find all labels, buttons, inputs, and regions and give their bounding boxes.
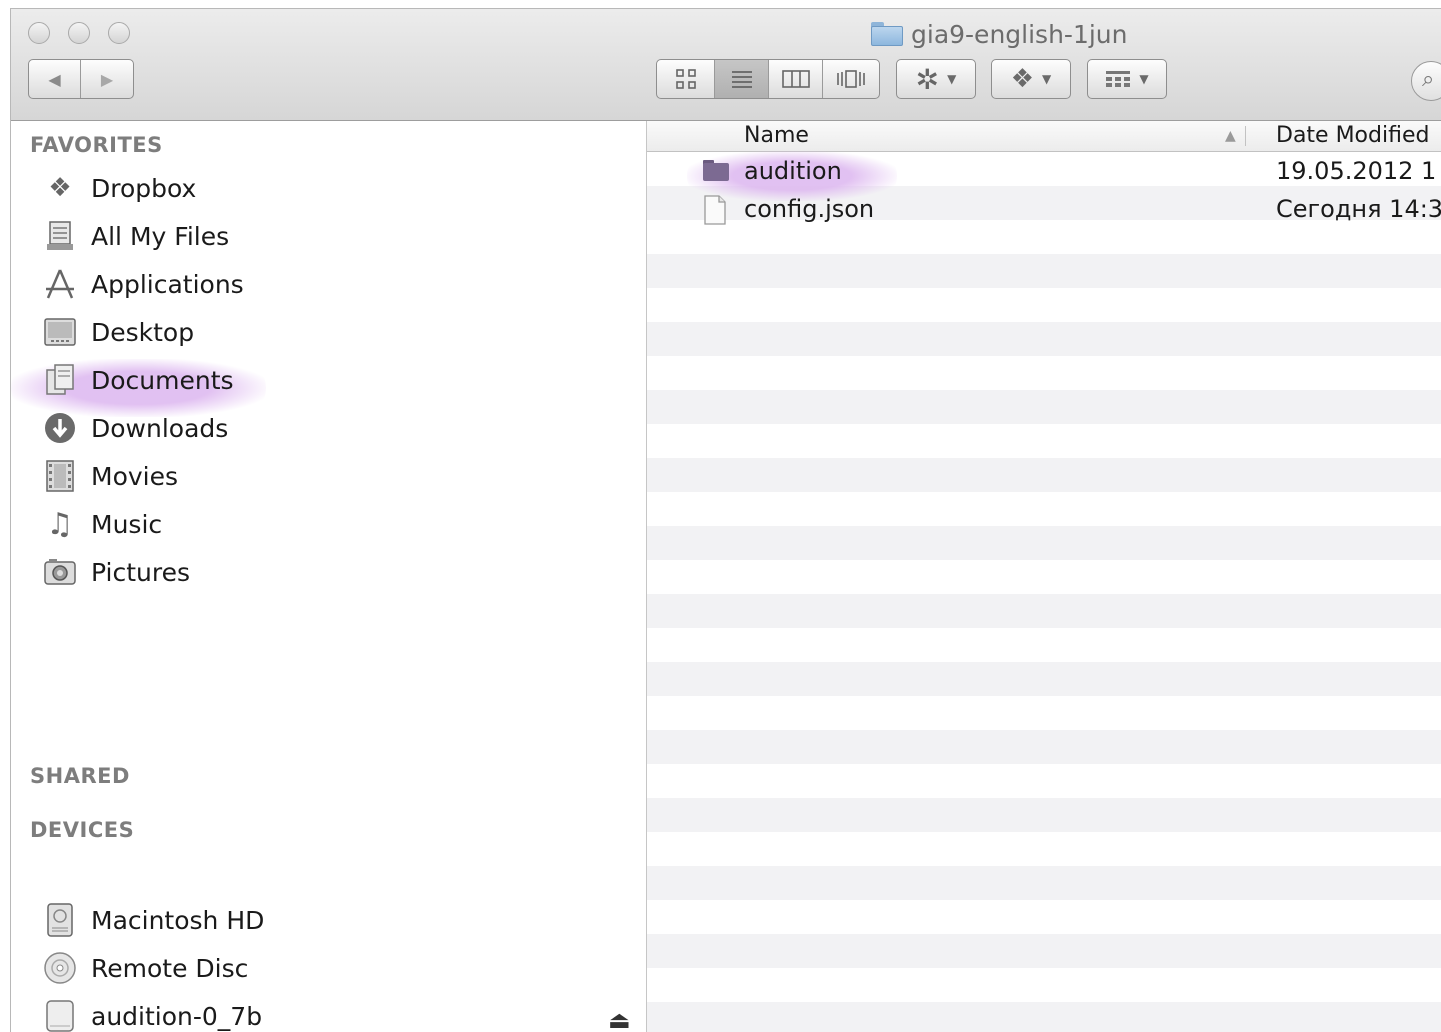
sidebar-item-macintosh-hd[interactable]: Macintosh HD [41, 898, 264, 942]
folder-icon [702, 157, 730, 185]
volume-icon [41, 997, 79, 1032]
window-title: gia9-english-1jun [871, 19, 1127, 49]
file-name: audition [744, 157, 842, 185]
list-header: Name ▲ Date Modified [647, 121, 1441, 152]
sidebar-item-documents[interactable]: Documents [41, 358, 234, 402]
sidebar-item-label: Dropbox [91, 173, 197, 203]
sidebar-item-label: audition-0_7b [91, 1001, 263, 1031]
forward-arrow-icon: ▶ [100, 69, 114, 89]
downloads-icon [41, 409, 79, 447]
forward-button[interactable]: ▶ [81, 60, 133, 98]
desktop-icon [41, 313, 79, 351]
column-view-icon [781, 70, 810, 88]
gear-icon: ✲ [915, 62, 940, 96]
sort-ascending-icon: ▲ [1225, 128, 1236, 144]
sidebar-section-shared: SHARED [30, 764, 130, 788]
sidebar-item-label: All My Files [91, 221, 230, 251]
sidebar-item-downloads[interactable]: Downloads [41, 406, 228, 450]
sidebar-item-label: Applications [91, 269, 244, 299]
list-view-button[interactable] [715, 60, 769, 98]
column-header-name[interactable]: Name [744, 121, 809, 151]
hard-disk-icon [41, 901, 79, 939]
list-stripes [647, 152, 1441, 1032]
file-name: config.json [744, 195, 875, 223]
sidebar-item-label: Movies [91, 461, 179, 491]
sidebar: FAVORITES ❖ Dropbox All My Files Applica… [11, 121, 647, 1032]
sidebar-item-label: Remote Disc [91, 953, 249, 983]
icon-view-icon [675, 69, 696, 89]
applications-icon [41, 265, 79, 303]
sidebar-item-applications[interactable]: Applications [41, 262, 244, 306]
eject-icon[interactable]: ⏏ [608, 1006, 631, 1032]
zoom-button[interactable] [108, 22, 130, 44]
sidebar-section-favorites: FAVORITES [30, 133, 163, 157]
dropbox-icon: ❖ [1010, 64, 1035, 94]
sidebar-item-pictures[interactable]: Pictures [41, 550, 190, 594]
finder-window: gia9-english-1jun ◀ ▶ ✲ ▼ ❖ ▼ ▼ ⌕ FAVORI… [10, 8, 1441, 1032]
file-date: Сегодня 14:3 [1276, 195, 1441, 223]
coverflow-view-icon [837, 70, 865, 88]
sidebar-item-audition-volume[interactable]: audition-0_7b [41, 994, 262, 1032]
pictures-icon [41, 553, 79, 591]
sidebar-section-devices: DEVICES [30, 818, 135, 842]
sidebar-item-label: Macintosh HD [91, 905, 265, 935]
list-row[interactable]: config.json Сегодня 14:3 [647, 191, 1441, 227]
toolbar: gia9-english-1jun ◀ ▶ ✲ ▼ ❖ ▼ ▼ ⌕ [11, 9, 1441, 121]
chevron-down-icon: ▼ [1042, 72, 1052, 86]
arrange-icon [1106, 71, 1131, 87]
column-divider[interactable] [1245, 126, 1246, 146]
all-files-icon [41, 217, 79, 255]
sidebar-item-label: Desktop [91, 317, 195, 347]
sidebar-item-dropbox[interactable]: ❖ Dropbox [41, 166, 196, 210]
chevron-down-icon: ▼ [947, 72, 957, 86]
back-forward-group: ◀ ▶ [28, 59, 134, 99]
icon-view-button[interactable] [657, 60, 715, 98]
sidebar-item-label: Downloads [91, 413, 229, 443]
music-icon: ♫ [46, 506, 74, 542]
dropbox-icon: ❖ [48, 173, 72, 203]
sidebar-item-label: Documents [91, 365, 234, 395]
dropbox-menu-button[interactable]: ❖ ▼ [991, 59, 1071, 99]
sidebar-item-desktop[interactable]: Desktop [41, 310, 194, 354]
arrange-menu-button[interactable]: ▼ [1087, 59, 1167, 99]
folder-icon [871, 22, 903, 46]
movies-icon [41, 457, 79, 495]
sidebar-item-label: Pictures [91, 557, 190, 587]
sidebar-item-remote-disc[interactable]: Remote Disc [41, 946, 248, 990]
file-list: Name ▲ Date Modified audition 19.05.2012… [647, 121, 1441, 1032]
sidebar-item-music[interactable]: ♫ Music [41, 502, 163, 546]
action-menu-button[interactable]: ✲ ▼ [896, 59, 976, 99]
sidebar-item-label: Music [91, 509, 163, 539]
coverflow-view-button[interactable] [823, 60, 879, 98]
sidebar-item-all-my-files[interactable]: All My Files [41, 214, 229, 258]
chevron-down-icon: ▼ [1139, 72, 1149, 86]
search-icon: ⌕ [1422, 67, 1435, 92]
search-field[interactable]: ⌕ [1411, 61, 1441, 101]
document-file-icon [702, 195, 730, 225]
back-arrow-icon: ◀ [48, 69, 61, 89]
sidebar-item-movies[interactable]: Movies [41, 454, 178, 498]
list-row[interactable]: audition 19.05.2012 1 [647, 153, 1441, 189]
file-date: 19.05.2012 1 [1276, 157, 1437, 185]
view-mode-group [656, 59, 880, 99]
minimize-button[interactable] [68, 22, 90, 44]
list-view-icon [731, 71, 752, 88]
column-view-button[interactable] [769, 60, 823, 98]
back-button[interactable]: ◀ [29, 60, 81, 98]
close-button[interactable] [28, 22, 50, 44]
column-header-date[interactable]: Date Modified [1276, 121, 1429, 151]
documents-icon [41, 361, 79, 399]
disc-icon [41, 949, 79, 987]
window-title-text: gia9-english-1jun [911, 19, 1128, 49]
